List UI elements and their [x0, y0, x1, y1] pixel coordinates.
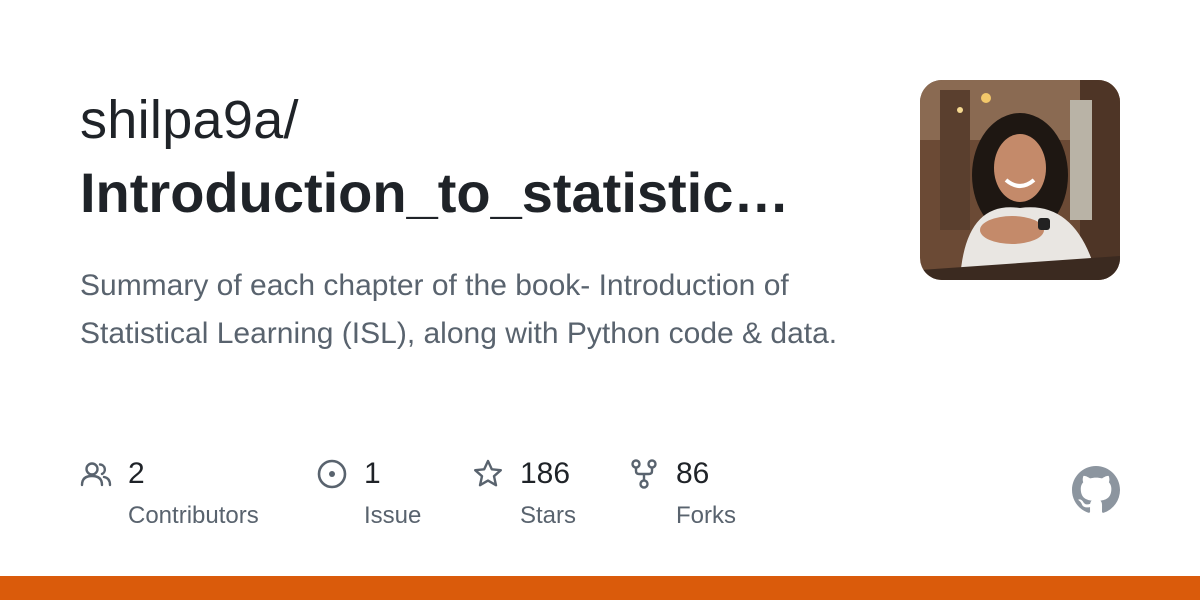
repo-description: Summary of each chapter of the book- Int…	[80, 269, 838, 350]
repo-owner[interactable]: shilpa9a/	[80, 88, 299, 152]
issue-icon	[317, 459, 347, 489]
forks-count: 86	[676, 457, 710, 490]
stars-label: Stars	[520, 502, 577, 529]
fork-icon	[631, 459, 657, 489]
avatar-photo	[920, 80, 1120, 280]
issues-count: 1	[364, 457, 381, 490]
owner-avatar[interactable]	[920, 80, 1120, 280]
contributors-label: Contributors	[128, 502, 259, 529]
language-bar	[0, 576, 1200, 600]
repo-name[interactable]: Introduction_to_statistic…	[80, 160, 840, 226]
star-icon	[474, 459, 502, 487]
issues-label: Issue	[364, 502, 422, 529]
contributors-count: 2	[128, 457, 145, 490]
stars-count: 186	[520, 457, 571, 490]
github-logo-icon[interactable]	[1072, 466, 1120, 514]
people-icon	[80, 462, 112, 487]
forks-label: Forks	[676, 502, 736, 529]
